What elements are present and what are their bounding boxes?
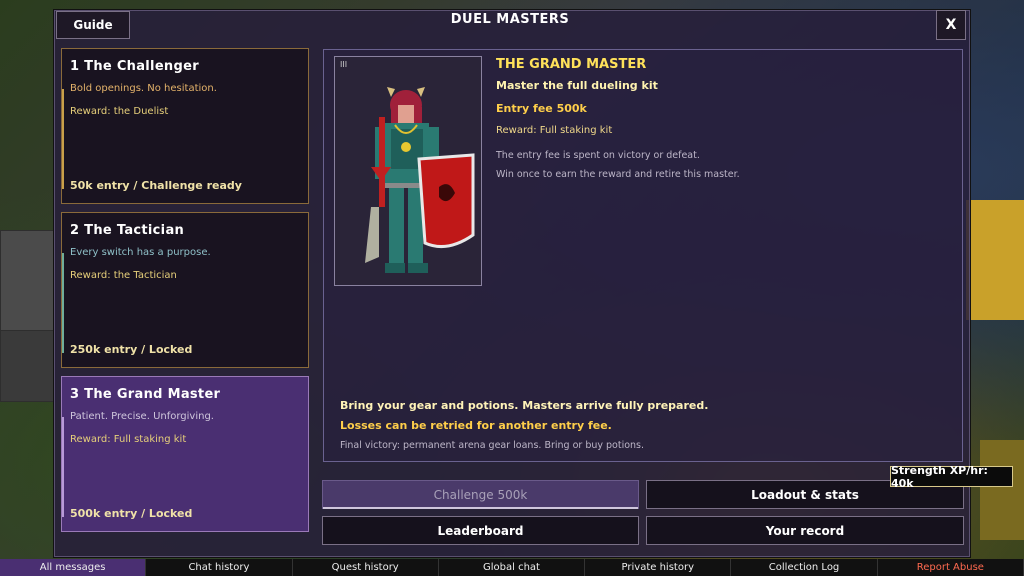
master-card-grand-master[interactable]: 3 The Grand Master Patient. Precise. Unf… xyxy=(61,376,309,532)
knight-icon xyxy=(365,87,475,273)
card-motto: Every switch has a purpose. xyxy=(70,247,211,258)
retry-text: Losses can be retried for another entry … xyxy=(340,419,612,432)
master-portrait: III xyxy=(334,56,482,286)
card-title: 3 The Grand Master xyxy=(70,387,221,402)
master-card-challenger[interactable]: 1 The Challenger Bold openings. No hesit… xyxy=(61,48,309,204)
tab-private-history[interactable]: Private history xyxy=(585,559,732,576)
window-title: DUEL MASTERS xyxy=(450,12,570,27)
note-text: Win once to earn the reward and retire t… xyxy=(496,169,740,180)
card-status: 50k entry / Challenge ready xyxy=(70,179,242,192)
tab-quest-history[interactable]: Quest history xyxy=(293,559,439,576)
reward-text: Reward: Full staking kit xyxy=(496,125,613,136)
prep-text: Bring your gear and potions. Masters arr… xyxy=(340,399,709,412)
card-reward: Reward: the Duelist xyxy=(70,106,169,117)
tab-chat-history[interactable]: Chat history xyxy=(146,559,293,576)
card-motto: Bold openings. No hesitation. xyxy=(70,83,217,94)
tab-global-chat[interactable]: Global chat xyxy=(439,559,586,576)
close-button[interactable]: X xyxy=(936,10,966,40)
card-title: 1 The Challenger xyxy=(70,59,199,74)
card-reward: Reward: the Tactician xyxy=(70,270,177,281)
final-victory-text: Final victory: permanent arena gear loan… xyxy=(340,440,645,451)
master-subtitle: Master the full dueling kit xyxy=(496,79,658,92)
tab-collection-log[interactable]: Collection Log xyxy=(731,559,878,576)
card-motto: Patient. Precise. Unforgiving. xyxy=(70,411,214,422)
xp-tooltip: Strength XP/hr: 40k xyxy=(890,464,1013,490)
master-card-tactician[interactable]: 2 The Tactician Every switch has a purpo… xyxy=(61,212,309,368)
entry-fee: Entry fee 500k xyxy=(496,102,587,115)
your-record-button[interactable]: Your record xyxy=(646,516,964,545)
guide-button[interactable]: Guide xyxy=(56,11,130,39)
note-text: The entry fee is spent on victory or def… xyxy=(496,150,700,161)
card-accent xyxy=(62,417,64,517)
card-status: 500k entry / Locked xyxy=(70,507,193,520)
card-reward: Reward: Full staking kit xyxy=(70,434,187,445)
chat-tab-bar: All messages Chat history Quest history … xyxy=(0,559,1024,576)
leaderboard-button[interactable]: Leaderboard xyxy=(322,516,639,545)
background-structure xyxy=(966,200,1024,320)
card-title: 2 The Tactician xyxy=(70,223,185,238)
tab-all-messages[interactable]: All messages xyxy=(0,559,147,576)
portrait-tag: III xyxy=(340,60,348,69)
card-accent xyxy=(62,89,64,189)
background-structure xyxy=(980,440,1024,540)
master-name: THE GRAND MASTER xyxy=(496,57,647,72)
card-accent xyxy=(62,253,64,353)
tab-report-abuse[interactable]: Report Abuse xyxy=(878,559,1024,576)
card-status: 250k entry / Locked xyxy=(70,343,193,356)
challenge-button[interactable]: Challenge 500k xyxy=(322,480,639,509)
background-wall xyxy=(0,330,56,402)
